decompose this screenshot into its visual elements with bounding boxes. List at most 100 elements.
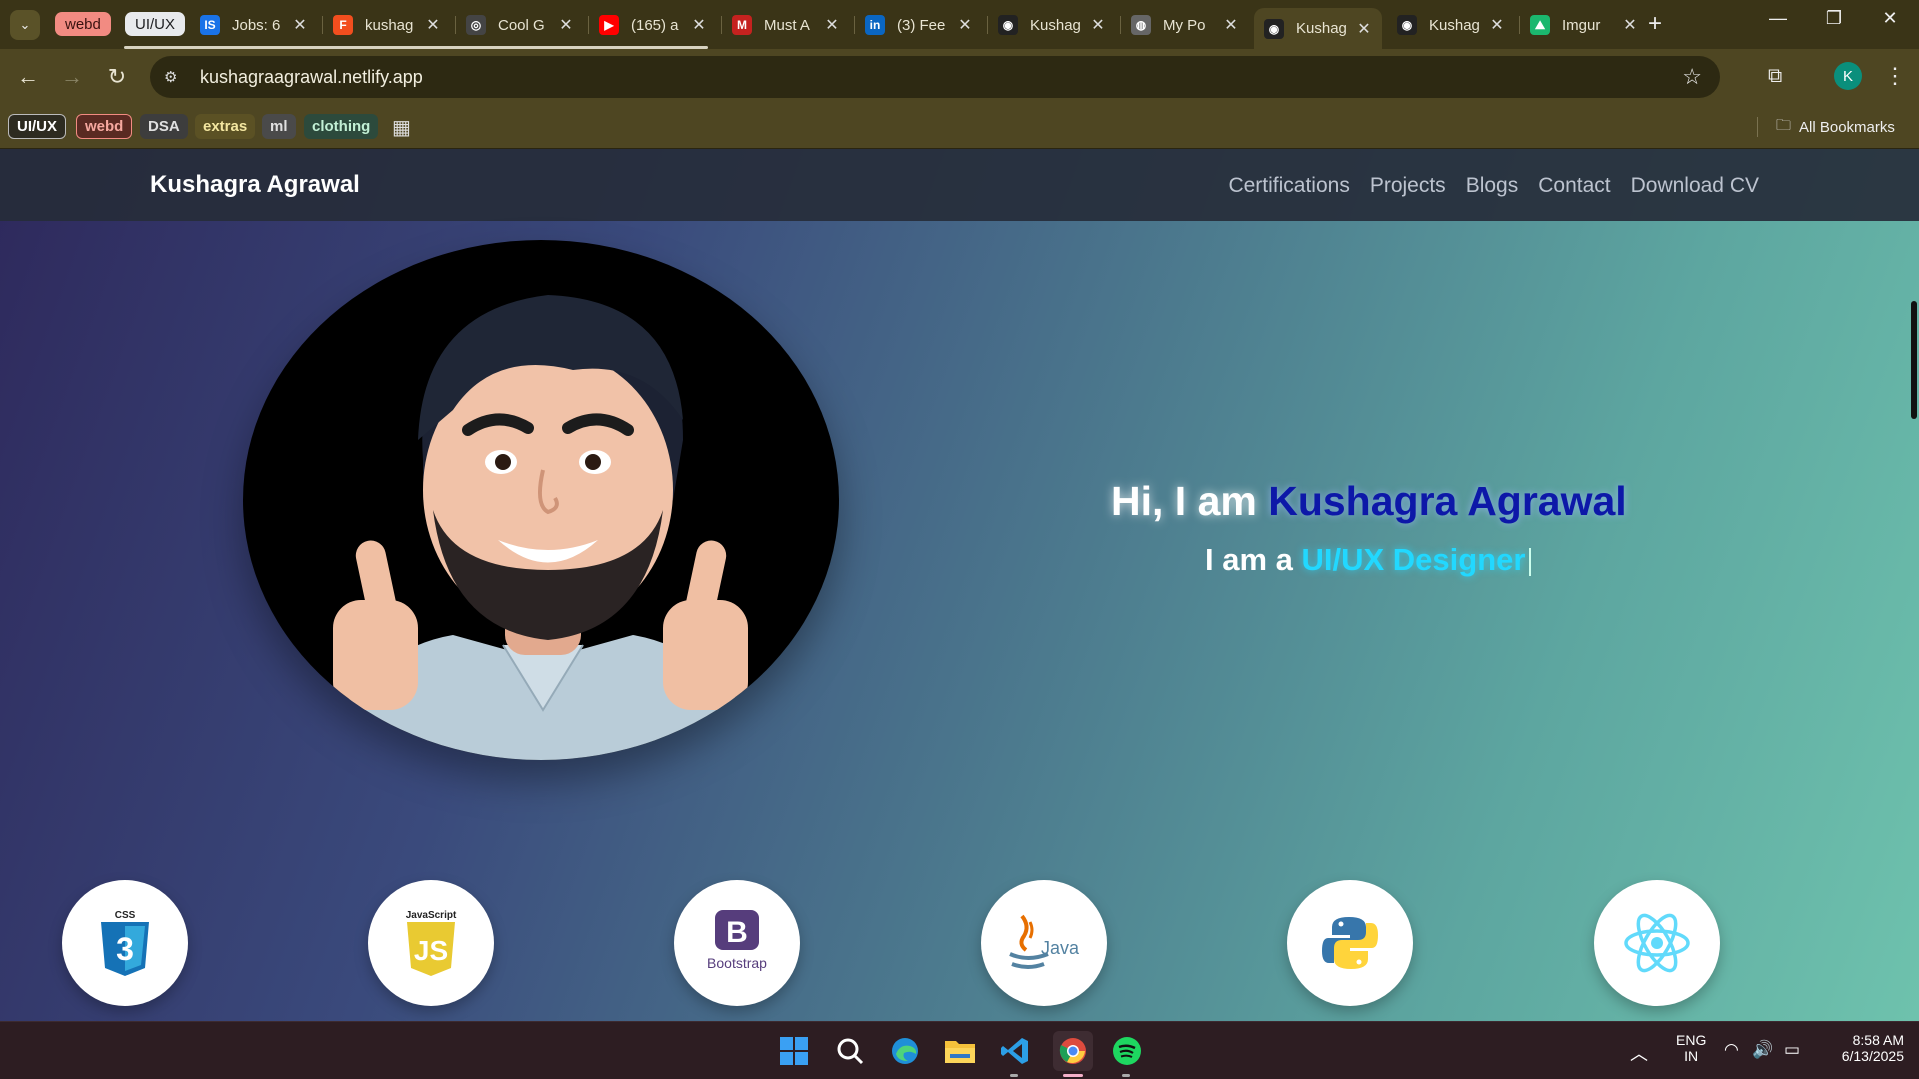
site-brand[interactable]: Kushagra Agrawal <box>150 171 360 199</box>
search-icon[interactable] <box>833 1034 867 1068</box>
extensions-icon[interactable]: ⧉ <box>1768 65 1782 88</box>
javascript-badge-text: JS <box>414 935 448 966</box>
all-bookmarks-button[interactable]: 🗀 All Bookmarks <box>1776 115 1895 140</box>
tab-strip: ⌄ webd UI/UX IS Jobs: 6 ✕ F kushag ✕ ◎ C… <box>0 0 1919 49</box>
tab[interactable]: ◉ Kushag ✕ <box>1387 8 1515 42</box>
tab-favicon: M <box>732 15 752 35</box>
tab-favicon: ◉ <box>998 15 1018 35</box>
nav-link-blogs[interactable]: Blogs <box>1466 174 1519 198</box>
tab[interactable]: ⛰ Imgur ✕ <box>1520 8 1648 42</box>
bootstrap-icon: B Bootstrap <box>707 910 767 971</box>
tab-close-icon[interactable]: ✕ <box>957 15 973 35</box>
tab-close-icon[interactable]: ✕ <box>558 15 574 35</box>
wifi-icon[interactable]: ◠ <box>1724 1040 1739 1060</box>
volume-icon[interactable]: 🔊 <box>1752 1040 1773 1060</box>
nav-link-download-cv[interactable]: Download CV <box>1631 174 1759 198</box>
bookmark-folder-extras[interactable]: extras <box>195 114 256 139</box>
tab-favicon: in <box>865 15 885 35</box>
profile-avatar[interactable]: K <box>1834 62 1862 90</box>
hero-greeting: Hi, I am <box>1111 478 1269 524</box>
vscode-icon[interactable] <box>998 1034 1032 1068</box>
bookmark-folder-webd[interactable]: webd <box>76 114 133 139</box>
tab-close-icon[interactable]: ✕ <box>824 15 840 35</box>
tab-close-icon[interactable]: ✕ <box>1356 19 1372 39</box>
tab-favicon: ◉ <box>1397 15 1417 35</box>
tab-title: My Po <box>1163 16 1206 34</box>
svg-text:3: 3 <box>116 931 134 967</box>
tab-close-icon[interactable]: ✕ <box>1622 15 1638 35</box>
bootstrap-badge-letter: B <box>726 916 748 949</box>
bookmark-folder-dsa[interactable]: DSA <box>140 114 188 139</box>
tab-close-icon[interactable]: ✕ <box>1090 15 1106 35</box>
tab-favicon: ◉ <box>1264 18 1284 39</box>
scrollbar-thumb[interactable] <box>1911 301 1917 419</box>
minimize-icon[interactable]: — <box>1758 8 1798 29</box>
tab-group-webd[interactable]: webd <box>55 12 111 36</box>
tab-title: Imgur <box>1562 16 1601 34</box>
tab[interactable]: F kushag ✕ <box>323 8 451 42</box>
back-icon[interactable]: ← <box>14 63 42 91</box>
tab-close-icon[interactable]: ✕ <box>1489 15 1505 35</box>
tab-active[interactable]: ◉ Kushag ✕ <box>1254 8 1382 49</box>
apps-grid-icon[interactable]: ▦ <box>392 115 411 140</box>
java-icon: Java <box>1009 914 1080 969</box>
tab[interactable]: in (3) Fee ✕ <box>855 8 983 42</box>
url-text[interactable]: kushagraagrawal.netlify.app <box>200 67 423 88</box>
chrome-icon[interactable] <box>1053 1031 1093 1071</box>
bookmark-folder-uiux[interactable]: UI/UX <box>8 114 67 139</box>
reload-icon[interactable]: ↻ <box>103 63 131 91</box>
site-info-icon[interactable]: ⚙ <box>164 68 186 86</box>
tab-group-uiux[interactable]: UI/UX <box>125 12 186 36</box>
page-scrollbar[interactable] <box>1909 221 1919 1021</box>
forward-icon[interactable]: → <box>58 63 86 91</box>
clock-date: 6/13/2025 <box>1841 1048 1904 1064</box>
tab-title: Must A <box>764 16 810 34</box>
tab-title: Jobs: 6 <box>232 16 281 34</box>
address-bar[interactable]: ⚙ kushagraagrawal.netlify.app ☆ <box>150 56 1720 98</box>
nav-link-projects[interactable]: Projects <box>1370 174 1446 198</box>
bookmarks-bar: UI/UX webd DSA extras ml clothing ▦ 🗀 Al… <box>0 105 1919 149</box>
bookmark-star-icon[interactable]: ☆ <box>1682 64 1702 90</box>
spotify-icon[interactable] <box>1110 1034 1144 1068</box>
tab[interactable]: ▶ (165) a ✕ <box>589 8 717 42</box>
browser-menu-icon[interactable]: ⋮ <box>1884 63 1906 89</box>
tab-close-icon[interactable]: ✕ <box>691 15 707 35</box>
nav-link-contact[interactable]: Contact <box>1538 174 1610 198</box>
tab-group-label: webd <box>65 15 101 33</box>
tab[interactable]: ◎ Cool G ✕ <box>456 8 584 42</box>
language-indicator[interactable]: ENG IN <box>1676 1032 1706 1064</box>
tab-close-icon[interactable]: ✕ <box>425 15 441 35</box>
windows-taskbar: ︿ ENG IN ◠ 🔊 ▭ 8:58 AM 6/13/2025 <box>0 1021 1919 1079</box>
tab-title: Cool G <box>498 16 545 34</box>
tab-close-icon[interactable]: ✕ <box>292 15 308 35</box>
restore-icon[interactable]: ❐ <box>1814 8 1854 29</box>
tab[interactable]: IS Jobs: 6 ✕ <box>190 8 318 42</box>
skill-javascript: JavaScript JS <box>368 880 494 1006</box>
close-window-icon[interactable]: ✕ <box>1870 8 1910 29</box>
chrome-active-indicator <box>1063 1074 1083 1077</box>
tab[interactable]: M Must A ✕ <box>722 8 850 42</box>
folder-icon: 🗀 <box>1776 117 1792 134</box>
tab[interactable]: ◉ Kushag ✕ <box>988 8 1116 42</box>
skill-python <box>1287 880 1413 1006</box>
show-hidden-icons-icon[interactable]: ︿ <box>1630 1040 1648 1066</box>
tab-close-icon[interactable]: ✕ <box>1223 15 1239 35</box>
new-tab-icon[interactable]: + <box>1648 10 1662 38</box>
tab[interactable]: ◍ My Po ✕ <box>1121 8 1249 42</box>
nav-link-certifications[interactable]: Certifications <box>1228 174 1349 198</box>
profile-avatar-image <box>243 240 839 760</box>
bookmark-folder-ml[interactable]: ml <box>262 114 296 139</box>
battery-icon[interactable]: ▭ <box>1784 1040 1800 1060</box>
file-explorer-icon[interactable] <box>943 1034 977 1068</box>
edge-browser-icon[interactable] <box>888 1034 922 1068</box>
clock-time: 8:58 AM <box>1852 1032 1904 1048</box>
language-code: ENG <box>1676 1032 1707 1048</box>
typing-caret <box>1529 547 1532 576</box>
tab-search-button[interactable]: ⌄ <box>10 10 40 40</box>
tab-favicon: ◍ <box>1131 15 1151 35</box>
hero-name: Kushagra Agrawal <box>1268 478 1627 524</box>
site-nav-links: Certifications Projects Blogs Contact Do… <box>1228 174 1759 198</box>
bookmark-folder-clothing[interactable]: clothing <box>304 114 379 139</box>
clock[interactable]: 8:58 AM 6/13/2025 <box>1826 1032 1904 1064</box>
windows-start-icon[interactable] <box>777 1034 811 1068</box>
